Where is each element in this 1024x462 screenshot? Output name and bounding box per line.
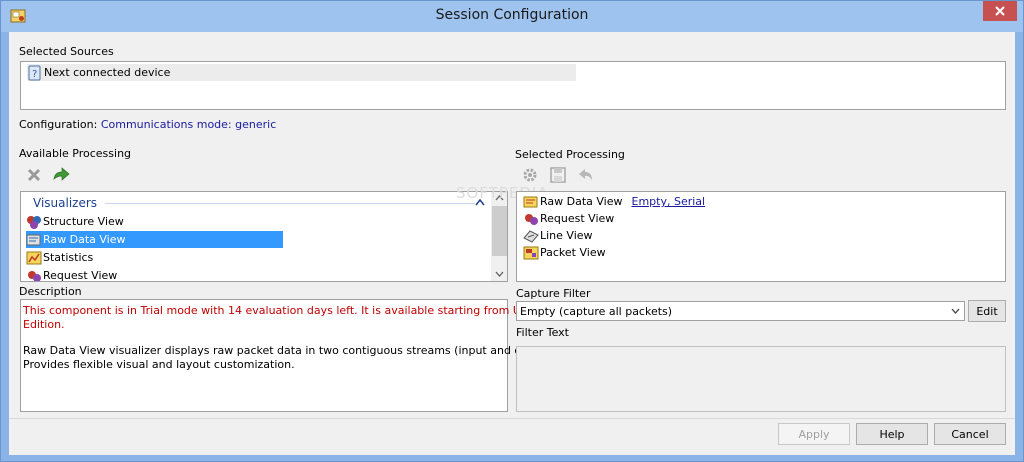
list-item[interactable]: Request View [523, 210, 614, 227]
edit-filter-button[interactable]: Edit [968, 300, 1006, 322]
item-label: Packet View [540, 246, 606, 259]
raw-data-view-icon [523, 196, 538, 207]
item-label: Request View [43, 269, 118, 282]
trial-notice: This component is in Trial mode with 14 … [23, 304, 560, 317]
session-configuration-window: Session Configuration Selected Sources ?… [0, 0, 1024, 462]
list-item-selected[interactable]: Raw Data View [26, 231, 283, 248]
capture-filter-label: Capture Filter [516, 287, 591, 300]
group-divider [105, 203, 475, 204]
footer-divider [9, 418, 1015, 419]
help-button[interactable]: Help [856, 423, 928, 445]
configuration-line: Configuration: Communications mode: gene… [19, 118, 276, 131]
scroll-thumb[interactable] [492, 206, 507, 256]
apply-button[interactable]: Apply [778, 423, 850, 445]
cancel-button[interactable]: Cancel [934, 423, 1006, 445]
visualizers-group-header: Visualizers [33, 196, 98, 210]
close-icon [995, 6, 1005, 16]
selected-sources-list[interactable]: ? Next connected device [20, 61, 1006, 110]
item-label: Raw Data View [540, 195, 623, 208]
filter-text-label: Filter Text [516, 326, 569, 339]
list-item[interactable]: ? Next connected device [27, 64, 576, 81]
list-item[interactable]: Raw Data View Empty, Serial [523, 193, 705, 210]
structure-view-icon [27, 215, 41, 229]
device-icon: ? [28, 65, 41, 80]
item-label: Structure View [43, 215, 124, 228]
description-text-cont: Provides flexible visual and layout cust… [23, 358, 295, 371]
description-text: Raw Data View visualizer displays raw pa… [23, 344, 559, 357]
available-processing-list[interactable]: Visualizers Structure View Raw Data View [20, 191, 508, 282]
capture-filter-value: Empty (capture all packets) [520, 304, 673, 318]
close-button[interactable] [983, 1, 1017, 21]
list-item[interactable]: Packet View [523, 244, 606, 261]
request-view-icon [525, 213, 538, 225]
item-label: Raw Data View [43, 233, 126, 246]
scroll-down-icon[interactable] [495, 271, 504, 277]
item-label: Statistics [43, 251, 94, 264]
item-label: Line View [540, 229, 593, 242]
remove-icon[interactable] [25, 166, 43, 184]
chevron-down-icon [951, 308, 960, 314]
settings-icon[interactable] [521, 166, 539, 184]
title-bar[interactable]: Session Configuration [1, 1, 1023, 32]
configuration-label: Configuration: [19, 118, 98, 131]
configuration-link[interactable]: Communications mode: generic [101, 118, 276, 131]
list-item[interactable]: Request View [26, 267, 118, 282]
list-item[interactable]: Line View [523, 227, 593, 244]
item-label: Request View [540, 212, 615, 225]
window-title: Session Configuration [435, 7, 589, 23]
list-item[interactable]: Structure View [26, 213, 124, 230]
selected-sources-label: Selected Sources [19, 45, 114, 58]
description-box: This component is in Trial mode with 14 … [20, 299, 560, 412]
selected-processing-list[interactable]: Raw Data View Empty, Serial Request View… [516, 191, 1006, 282]
capture-filter-select[interactable]: Empty (capture all packets) [516, 301, 965, 321]
available-processing-label: Available Processing [19, 147, 132, 160]
dialog-body: Selected Sources ? Next connected device… [9, 32, 1015, 455]
trial-notice-cont: Edition. [23, 318, 65, 331]
statistics-icon [26, 251, 42, 264]
configuration-summary-link[interactable]: Empty, Serial [632, 195, 706, 208]
selected-processing-label: Selected Processing [515, 148, 625, 161]
list-item[interactable]: Statistics [26, 249, 93, 266]
filter-text-box[interactable] [516, 346, 1006, 412]
add-arrow-icon[interactable] [52, 166, 70, 184]
available-list-scrollbar[interactable] [491, 192, 507, 281]
save-icon[interactable] [549, 166, 567, 184]
source-label: Next connected device [44, 66, 171, 79]
svg-text:?: ? [32, 69, 37, 80]
packet-view-icon [523, 246, 539, 259]
request-view-icon [28, 270, 41, 281]
raw-data-view-icon [26, 234, 41, 245]
undo-icon[interactable] [577, 166, 595, 184]
description-label: Description [19, 285, 82, 298]
line-view-icon [523, 229, 539, 243]
